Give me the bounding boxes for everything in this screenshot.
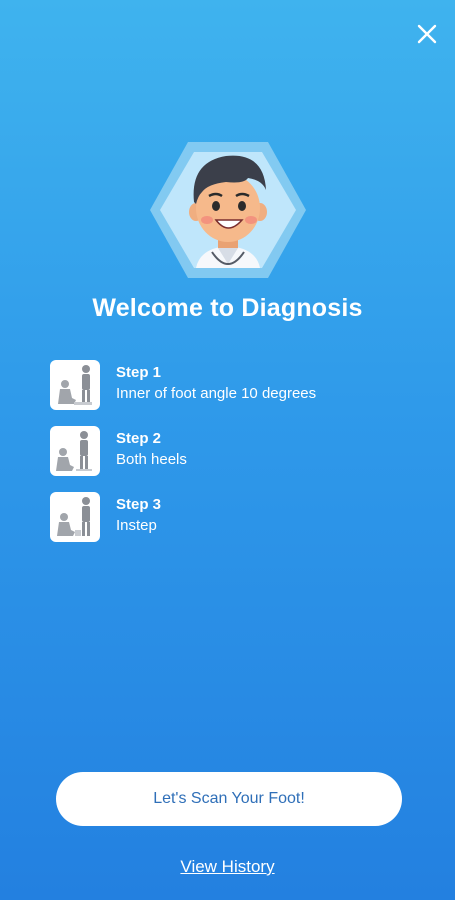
doctor-avatar — [148, 140, 308, 280]
foot-scan-illustration-icon — [50, 426, 100, 476]
step-description: Both heels — [116, 451, 187, 468]
steps-list: Step 1 Inner of foot angle 10 degrees St… — [50, 360, 430, 558]
step-item: Step 1 Inner of foot angle 10 degrees — [50, 360, 430, 426]
page-title: Welcome to Diagnosis — [92, 294, 363, 322]
step-title: Step 3 — [116, 496, 162, 513]
step-item: Step 3 Instep — [50, 492, 430, 558]
close-icon — [417, 24, 437, 44]
foot-scan-illustration-icon — [50, 492, 100, 542]
step-description: Instep — [116, 517, 157, 534]
foot-scan-illustration-icon — [50, 360, 100, 410]
scan-foot-button[interactable]: Let's Scan Your Foot! — [56, 772, 402, 826]
close-button[interactable] — [415, 22, 439, 46]
step-title: Step 1 — [116, 364, 162, 381]
step-item: Step 2 Both heels — [50, 426, 430, 492]
view-history-link[interactable]: View History — [0, 857, 455, 877]
step-title: Step 2 — [116, 430, 162, 447]
step-description: Inner of foot angle 10 degrees — [116, 385, 317, 402]
